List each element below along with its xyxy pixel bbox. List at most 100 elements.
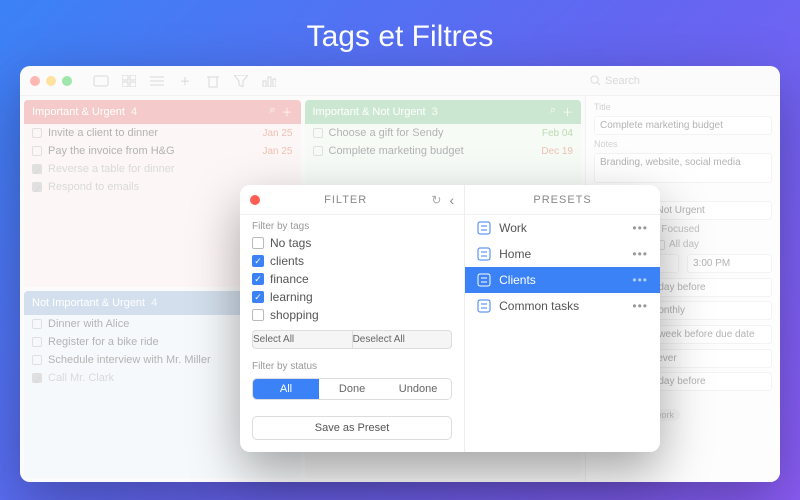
quadrant-title: Important & Urgent bbox=[32, 106, 125, 118]
task-row[interactable]: ✓ Reverse a table for dinner bbox=[24, 160, 301, 178]
checkbox-label: All day bbox=[669, 239, 699, 250]
preset-item[interactable]: Common tasks ••• bbox=[465, 293, 660, 319]
add-task-icon[interactable]: ＋ bbox=[282, 104, 293, 120]
toolbar-icons: ＋ bbox=[92, 74, 278, 88]
field-label: Notes bbox=[594, 139, 772, 149]
select-button-group: Select All Deselect All bbox=[252, 330, 452, 349]
add-icon[interactable]: ＋ bbox=[176, 74, 194, 88]
save-preset-button[interactable]: Save as Preset bbox=[252, 416, 452, 440]
checkbox-icon bbox=[252, 309, 264, 321]
remind-select[interactable]: 1 day before bbox=[644, 372, 772, 391]
task-label: Dinner with Alice bbox=[48, 318, 129, 330]
task-label: Choose a gift for Sendy bbox=[329, 127, 444, 139]
status-segment: All Done Undone bbox=[252, 378, 452, 400]
checkbox-icon[interactable]: ✓ bbox=[32, 164, 42, 174]
checkbox-icon[interactable] bbox=[32, 146, 42, 156]
preset-item[interactable]: Home ••• bbox=[465, 241, 660, 267]
list-icon bbox=[477, 273, 491, 287]
tag-checkbox[interactable]: ✓learning bbox=[252, 288, 452, 306]
stats-icon[interactable] bbox=[260, 74, 278, 88]
checkbox-icon[interactable]: ✓ bbox=[32, 182, 42, 192]
status-all-button[interactable]: All bbox=[253, 379, 319, 399]
title-field[interactable]: Complete marketing budget bbox=[594, 116, 772, 135]
field-label: Title bbox=[594, 102, 772, 112]
task-label: Respond to emails bbox=[48, 181, 139, 193]
task-row[interactable]: Choose a gift for Sendy Feb 04 bbox=[305, 124, 582, 142]
list-icon bbox=[477, 299, 491, 313]
search-icon[interactable]: ⌕ bbox=[550, 104, 556, 120]
quadrant-count: 4 bbox=[131, 106, 137, 118]
time-field[interactable]: 3:00 PM bbox=[687, 254, 772, 273]
traffic-lights bbox=[30, 76, 72, 86]
more-icon[interactable]: ••• bbox=[632, 221, 648, 235]
task-label: Reverse a table for dinner bbox=[48, 163, 175, 175]
tag-label: learning bbox=[270, 290, 313, 304]
preset-item[interactable]: Work ••• bbox=[465, 215, 660, 241]
checkbox-icon[interactable] bbox=[32, 319, 42, 329]
repeat-select[interactable]: Monthly bbox=[644, 301, 772, 320]
status-undone-button[interactable]: Undone bbox=[385, 379, 451, 399]
reset-icon[interactable]: ↻ bbox=[431, 193, 441, 207]
titlebar: ＋ Search bbox=[20, 66, 780, 96]
more-icon[interactable]: ••• bbox=[632, 247, 648, 261]
back-icon[interactable]: ‹ bbox=[449, 192, 454, 208]
modal-titlebar: PRESETS bbox=[465, 185, 660, 215]
tag-checkbox[interactable]: shopping bbox=[252, 306, 452, 324]
task-due: Jan 25 bbox=[262, 146, 292, 157]
search-field[interactable]: Search bbox=[590, 75, 770, 87]
search-placeholder: Search bbox=[605, 75, 640, 87]
checkbox-icon[interactable] bbox=[313, 146, 323, 156]
checkbox-icon bbox=[252, 237, 264, 249]
end-repeat-select[interactable]: Never bbox=[644, 349, 772, 368]
close-icon[interactable] bbox=[250, 195, 260, 205]
checkbox-icon[interactable]: ✓ bbox=[32, 373, 42, 383]
task-row[interactable]: Complete marketing budgetDec 19 bbox=[305, 142, 582, 160]
notes-field[interactable]: Branding, website, social media bbox=[594, 153, 772, 183]
more-icon[interactable]: ••• bbox=[632, 273, 648, 287]
quadrant-header: Important & Not Urgent 3 ⌕ ＋ bbox=[305, 100, 582, 124]
inbox-icon[interactable] bbox=[92, 74, 110, 88]
task-label: Schedule interview with Mr. Miller bbox=[48, 354, 211, 366]
quadrant-title: Important & Not Urgent bbox=[313, 106, 426, 118]
filter-modal: FILTER ↻ ‹ Filter by tags No tags ✓clien… bbox=[240, 185, 660, 452]
checkbox-icon[interactable] bbox=[313, 128, 323, 138]
tag-label: No tags bbox=[270, 236, 311, 250]
list-view-icon[interactable] bbox=[148, 74, 166, 88]
checkbox-icon[interactable] bbox=[32, 128, 42, 138]
select-all-button[interactable]: Select All bbox=[252, 330, 352, 349]
add-task-icon[interactable]: ＋ bbox=[562, 104, 573, 120]
hero-title: Tags et Filtres bbox=[0, 0, 800, 54]
tag-label: shopping bbox=[270, 308, 319, 322]
close-icon[interactable] bbox=[30, 76, 40, 86]
zoom-icon[interactable] bbox=[62, 76, 72, 86]
preset-label: Home bbox=[499, 247, 531, 261]
filter-icon[interactable] bbox=[232, 74, 250, 88]
quadrant-count: 3 bbox=[432, 106, 438, 118]
task-due: Feb 04 bbox=[542, 128, 573, 139]
delete-icon[interactable] bbox=[204, 74, 222, 88]
preset-label: Work bbox=[499, 221, 527, 235]
deselect-all-button[interactable]: Deselect All bbox=[352, 330, 453, 349]
minimize-icon[interactable] bbox=[46, 76, 56, 86]
more-icon[interactable]: ••• bbox=[632, 299, 648, 313]
modal-titlebar: FILTER ↻ ‹ bbox=[240, 185, 464, 215]
tag-checkbox[interactable]: ✓clients bbox=[252, 252, 452, 270]
status-done-button[interactable]: Done bbox=[319, 379, 385, 399]
grid-view-icon[interactable] bbox=[120, 74, 138, 88]
task-row[interactable]: Pay the invoice from H&G Jan 25 bbox=[24, 142, 301, 160]
move-select[interactable]: 1 day before bbox=[644, 278, 772, 297]
task-row[interactable]: Invite a client to dinnerJan 25 bbox=[24, 124, 301, 142]
all-day-checkbox[interactable]: All day bbox=[655, 239, 699, 250]
checkbox-icon[interactable] bbox=[32, 355, 42, 365]
tag-label: clients bbox=[270, 254, 304, 268]
tag-checkbox[interactable]: No tags bbox=[252, 234, 452, 252]
quadrant-count: 4 bbox=[151, 297, 157, 309]
section-label: Filter by status bbox=[240, 355, 464, 374]
preset-item[interactable]: Clients ••• bbox=[465, 267, 660, 293]
task-label: Pay the invoice from H&G bbox=[48, 145, 175, 157]
checkbox-icon[interactable] bbox=[32, 337, 42, 347]
list-icon bbox=[477, 221, 491, 235]
search-icon[interactable]: ⌕ bbox=[269, 104, 275, 120]
tag-checkbox[interactable]: ✓finance bbox=[252, 270, 452, 288]
create-select[interactable]: 1 week before due date bbox=[644, 325, 772, 344]
